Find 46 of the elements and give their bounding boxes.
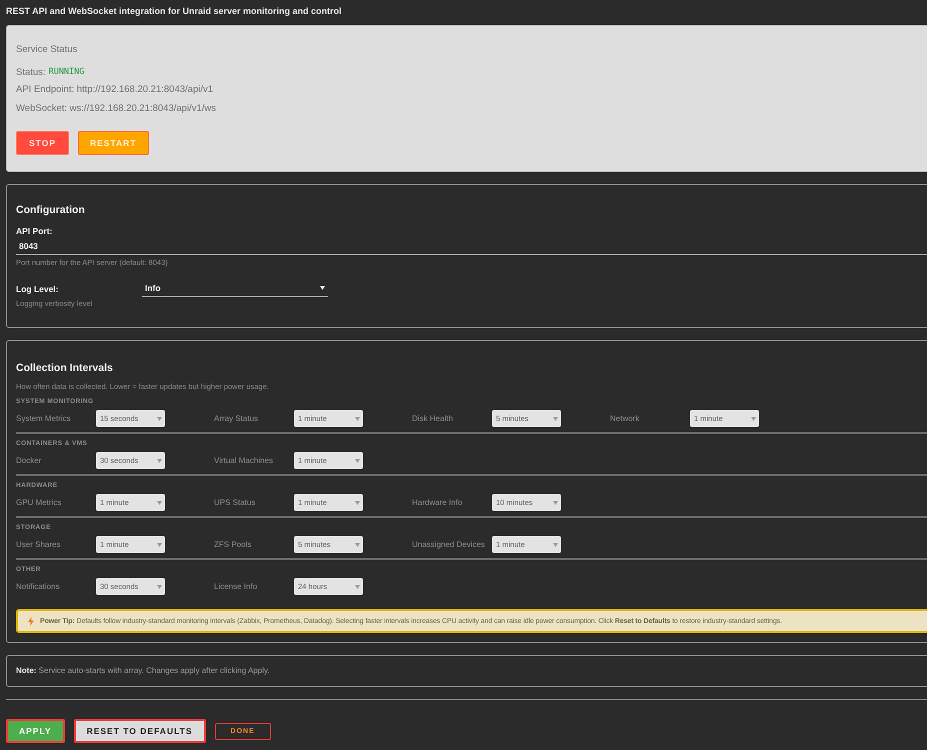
interval-label: Notifications <box>16 582 61 591</box>
interval-label: Network <box>610 414 640 423</box>
caret-icon <box>355 542 360 546</box>
panel-title: Service Status <box>16 43 78 57</box>
caret-icon <box>355 458 360 462</box>
caret-icon <box>355 584 360 588</box>
caret-icon <box>157 584 162 588</box>
status-value: RUNNING <box>48 67 84 77</box>
caret-icon <box>355 500 360 504</box>
apply-button[interactable]: APPLY <box>6 719 65 743</box>
interval-label: System Metrics <box>16 414 72 423</box>
interval-label: Array Status <box>214 414 260 423</box>
caret-icon <box>157 500 162 504</box>
interval-label: License Info <box>214 582 258 591</box>
caret-icon <box>157 542 162 546</box>
interval-label: UPS Status <box>214 498 256 507</box>
reset-defaults-button[interactable]: RESET TO DEFAULTS <box>74 719 206 743</box>
caret-icon <box>751 416 756 420</box>
caret-icon <box>157 416 162 420</box>
endpoint-text: API Endpoint: http://192.168.20.21:8043/api/v1 <box>16 83 214 97</box>
port-input[interactable]: 8043 <box>16 238 927 255</box>
caret-icon <box>553 416 558 420</box>
status-label: Status: <box>16 66 46 78</box>
interval-label: GPU Metrics <box>16 498 62 507</box>
interval-label: Unassigned Devices <box>412 540 486 549</box>
field-label: API Port: <box>16 225 54 237</box>
section-title: Configuration <box>16 203 86 218</box>
caret-icon <box>355 416 360 420</box>
interval-label: Virtual Machines <box>214 456 274 465</box>
stop-button[interactable]: STOP <box>16 131 69 155</box>
log-level-select[interactable]: Info <box>142 280 328 297</box>
page-subtitle: REST API and WebSocket integration for Unraid server monitoring and control <box>6 6 343 17</box>
interval-label: Disk Health <box>412 414 454 423</box>
caret-icon <box>553 500 558 504</box>
note-text: Note: Service auto-starts with array. Changes apply after clicking Apply. <box>16 666 271 676</box>
caret-icon <box>157 458 162 462</box>
endpoint-text: WebSocket: ws://192.168.20.21:8043/api/v1/ws <box>16 102 217 116</box>
section-title: Collection Intervals <box>16 361 114 376</box>
interval-label: Docker <box>16 456 42 465</box>
lightning-icon <box>28 616 34 626</box>
interval-label: User Shares <box>16 540 62 549</box>
caret-icon <box>320 286 325 290</box>
interval-label: Hardware Info <box>412 498 464 507</box>
interval-label: ZFS Pools <box>214 540 252 549</box>
caret-icon <box>553 542 558 546</box>
field-label: Log Level: <box>16 284 60 294</box>
